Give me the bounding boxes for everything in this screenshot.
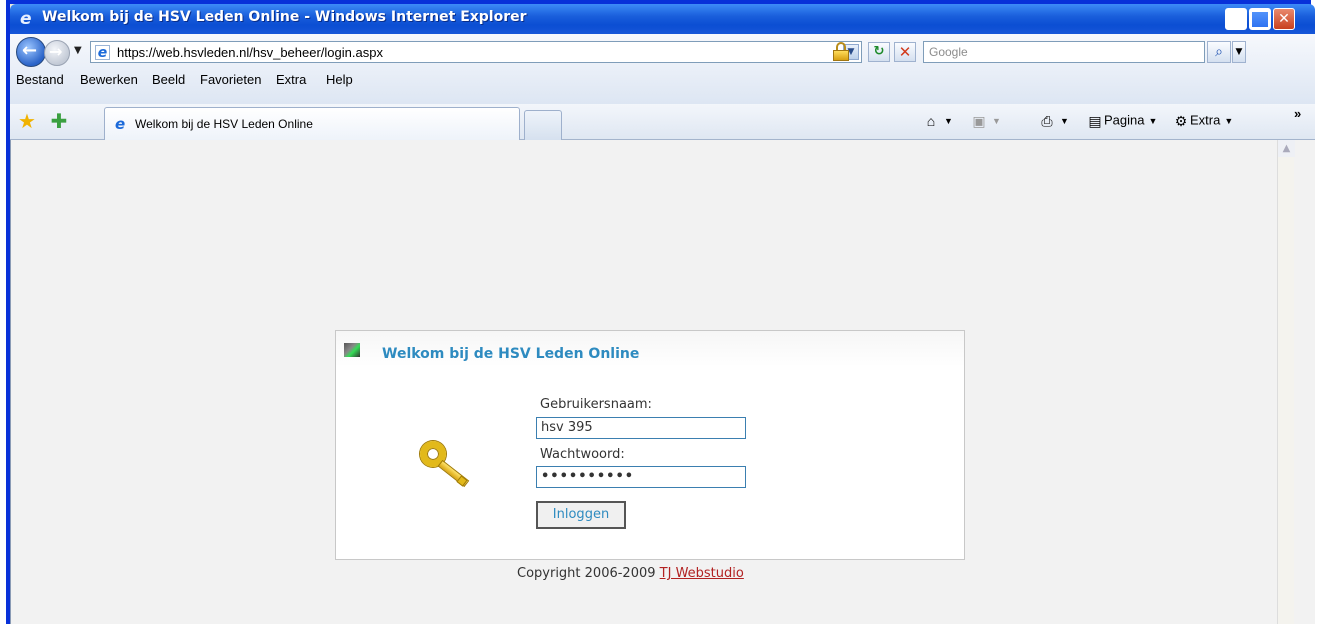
menu-bestand[interactable]: Bestand <box>16 72 64 87</box>
toolbar-overflow-icon[interactable]: » <box>1294 106 1301 121</box>
gear-icon: ⚙ <box>1174 113 1188 129</box>
lock-icon[interactable] <box>832 42 850 62</box>
menu-bewerken[interactable]: Bewerken <box>80 72 138 87</box>
menu-beeld[interactable]: Beeld <box>152 72 185 87</box>
login-panel-header: Welkom bij de HSV Leden Online <box>336 331 964 367</box>
menu-bar: Bestand Bewerken Beeld Favorieten Extra … <box>10 68 1315 92</box>
search-button[interactable]: ⌕ <box>1207 41 1231 63</box>
new-tab-button[interactable] <box>524 110 562 140</box>
search-placeholder: Google <box>929 45 968 59</box>
copyright-text: Copyright 2006-2009 <box>517 566 656 581</box>
tab-active[interactable]: e Welkom bij de HSV Leden Online <box>104 107 520 140</box>
lock-body <box>833 50 849 61</box>
webstudio-link[interactable]: TJ Webstudio <box>660 566 744 581</box>
search-options-dropdown-icon[interactable]: ▼ <box>1232 41 1246 63</box>
search-input[interactable]: Google <box>923 41 1205 63</box>
tab-label: Welkom bij de HSV Leden Online <box>135 117 313 131</box>
feeds-button[interactable]: ▣ ▼ <box>970 112 1001 130</box>
window-frame: e Welkom bij de HSV Leden Online - Windo… <box>6 0 1315 624</box>
title-bar[interactable]: e Welkom bij de HSV Leden Online - Windo… <box>10 4 1315 34</box>
close-button[interactable]: ✕ <box>1273 8 1295 30</box>
back-button[interactable] <box>16 37 46 67</box>
recent-pages-dropdown-icon[interactable]: ▼ <box>74 45 82 56</box>
add-favorite-icon[interactable]: ✚ <box>48 110 70 132</box>
login-panel: Welkom bij de HSV Leden Online Gebruiker… <box>335 330 965 560</box>
username-label: Gebruikersnaam: <box>540 397 652 412</box>
menu-favorieten[interactable]: Favorieten <box>200 72 261 87</box>
copyright-footer: Copyright 2006-2009 TJ Webstudio <box>517 566 744 581</box>
refresh-button[interactable]: ↻ <box>868 42 890 62</box>
forward-button[interactable] <box>44 40 70 66</box>
printer-icon: ⎙ <box>1041 113 1053 129</box>
password-label: Wachtwoord: <box>540 447 625 462</box>
home-button[interactable]: ⌂ ▼ <box>922 112 953 130</box>
window-title: Welkom bij de HSV Leden Online - Windows… <box>42 9 527 25</box>
favorites-center-icon[interactable]: ★ <box>16 110 38 132</box>
login-title: Welkom bij de HSV Leden Online <box>382 346 640 362</box>
maximize-icon <box>1250 9 1270 29</box>
header-logo-icon <box>344 343 360 357</box>
menu-help[interactable]: Help <box>326 72 353 87</box>
key-icon <box>420 441 480 491</box>
menu-extra[interactable]: Extra <box>276 72 306 87</box>
browser-window: e Welkom bij de HSV Leden Online - Windo… <box>6 0 1315 624</box>
print-button[interactable]: ⎙ ▼ <box>1038 112 1069 130</box>
page-icon: ▤ <box>1088 113 1102 129</box>
page-menu-button[interactable]: ▤ Pagina ▼ <box>1086 112 1157 130</box>
tab-ie-icon: e <box>115 115 126 133</box>
address-input[interactable]: e https://web.hsvleden.nl/hsv_beheer/log… <box>90 41 862 63</box>
page-content: ▲ Welkom bij de HSV Leden Online Gebruik… <box>10 140 1315 624</box>
username-field[interactable]: hsv 395 <box>536 417 746 439</box>
password-field[interactable]: •••••••••• <box>536 466 746 488</box>
maximize-button[interactable] <box>1249 8 1271 30</box>
page-menu-label: Pagina <box>1104 112 1145 128</box>
tools-menu-button[interactable]: ⚙ Extra ▼ <box>1172 112 1234 130</box>
tab-toolbar: ★ ✚ e Welkom bij de HSV Leden Online ⌂ ▼ … <box>10 104 1315 140</box>
ie-logo-icon: e <box>20 9 32 29</box>
tools-menu-label: Extra <box>1190 112 1221 128</box>
login-button[interactable]: Inloggen <box>536 501 626 529</box>
minimize-button[interactable] <box>1225 8 1247 30</box>
scroll-up-icon[interactable]: ▲ <box>1278 140 1295 157</box>
vertical-scrollbar[interactable]: ▲ <box>1277 140 1295 624</box>
page-favicon-icon: e <box>95 45 110 60</box>
rss-icon: ▣ <box>972 113 986 129</box>
minimize-icon <box>1226 9 1246 29</box>
address-toolbar: ▼ e https://web.hsvleden.nl/hsv_beheer/l… <box>10 34 1315 104</box>
url-text: https://web.hsvleden.nl/hsv_beheer/login… <box>117 45 383 60</box>
close-icon: ✕ <box>1278 11 1290 27</box>
home-icon: ⌂ <box>926 113 936 129</box>
stop-button[interactable]: ✕ <box>894 42 916 62</box>
